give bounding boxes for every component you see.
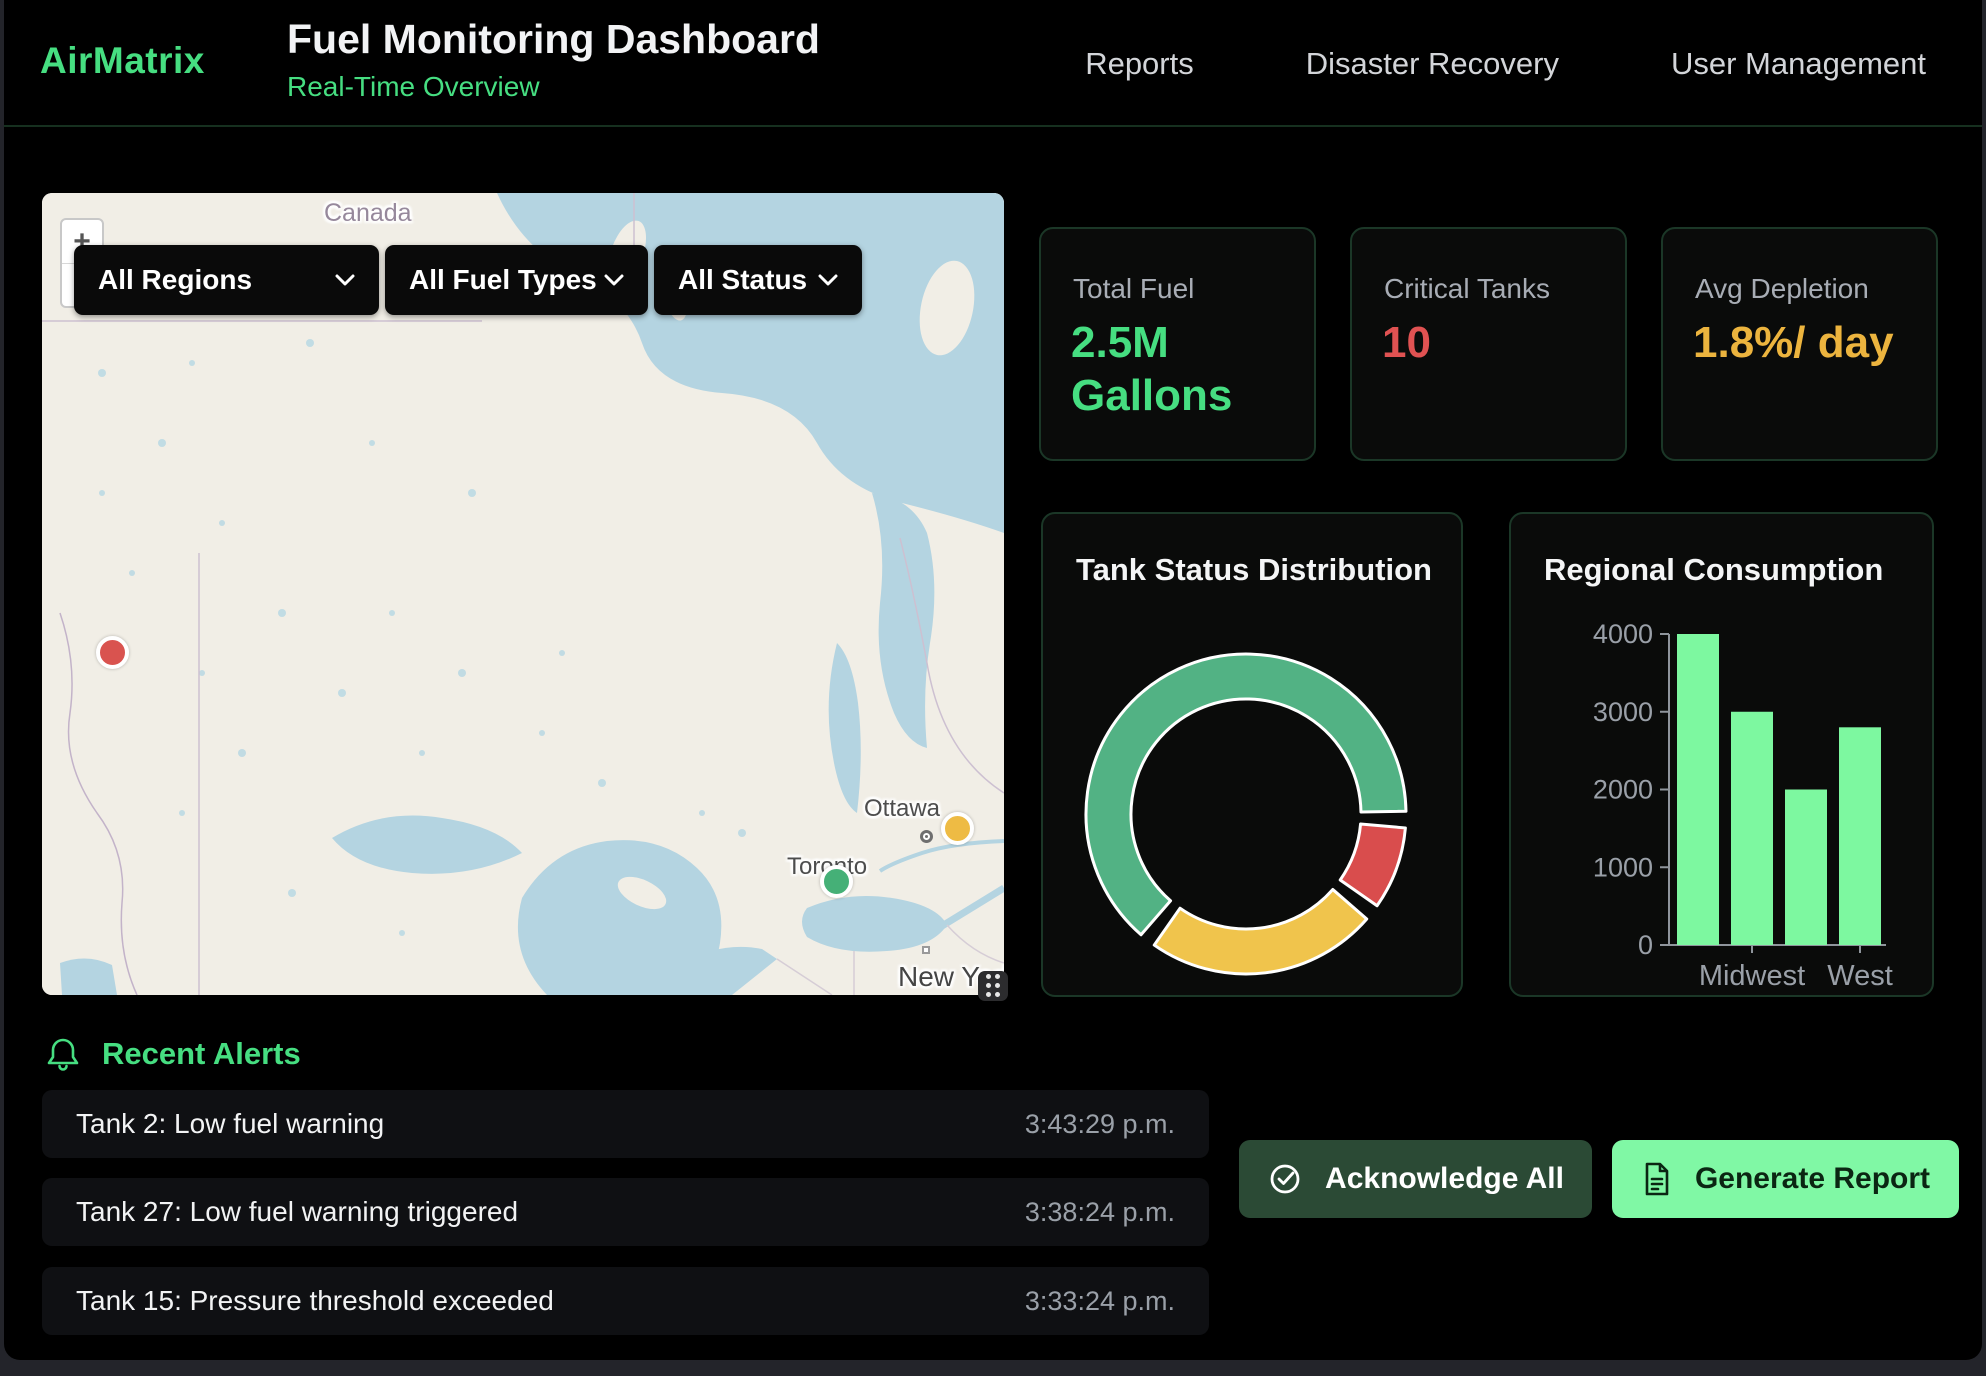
map-filters: All Regions All Fuel Types All Status xyxy=(74,245,862,315)
filter-all-fuel-types[interactable]: All Fuel Types xyxy=(385,245,648,315)
chevron-down-icon xyxy=(335,274,355,287)
map-label-ottawa: Ottawa xyxy=(864,795,940,823)
alert-text: Tank 27: Low fuel warning triggered xyxy=(76,1196,518,1228)
regional-consumption-bar-chart: 0 1000 2000 3000 4000 Midwest West xyxy=(1511,514,1932,995)
donut-slice-critical xyxy=(1340,824,1405,906)
generate-report-button[interactable]: Generate Report xyxy=(1612,1140,1959,1218)
filter-label: All Regions xyxy=(98,264,252,296)
title-block: Fuel Monitoring Dashboard Real-Time Over… xyxy=(287,16,820,103)
fuel-map[interactable]: CanadaOttawaTorontoNew York + − All Regi… xyxy=(42,193,1004,995)
tank-status-title: Tank Status Distribution xyxy=(1076,552,1432,588)
y-tick-label: 2000 xyxy=(1593,775,1653,805)
nav-item-disaster-recovery[interactable]: Disaster Recovery xyxy=(1306,46,1559,82)
bar-region-0 xyxy=(1677,634,1719,945)
check-circle-icon xyxy=(1267,1161,1303,1197)
bar-region-2 xyxy=(1785,790,1827,946)
tank-marker-normal[interactable] xyxy=(820,865,853,898)
main-nav: Reports Disaster Recovery User Management xyxy=(1085,0,1926,127)
map-label-canada: Canada xyxy=(324,199,412,228)
tank-marker-critical[interactable] xyxy=(96,636,129,669)
bar-region-1 xyxy=(1731,712,1773,945)
report-document-icon xyxy=(1641,1161,1673,1197)
alert-text: Tank 15: Pressure threshold exceeded xyxy=(76,1285,554,1317)
header: AirMatrix Fuel Monitoring Dashboard Real… xyxy=(4,0,1982,127)
stat-card-critical-tanks: Critical Tanks 10 xyxy=(1350,227,1627,461)
bell-icon xyxy=(46,1036,80,1072)
tank-marker-warning[interactable] xyxy=(941,812,974,845)
nav-item-user-management[interactable]: User Management xyxy=(1671,46,1926,82)
stat-value: 10 xyxy=(1382,317,1592,370)
alert-timestamp: 3:38:24 p.m. xyxy=(1025,1197,1175,1228)
stat-card-total-fuel: Total Fuel 2.5M Gallons xyxy=(1039,227,1316,461)
x-tick-label: West xyxy=(1827,960,1893,992)
ottawa-town-icon xyxy=(920,830,933,843)
page-title: Fuel Monitoring Dashboard xyxy=(287,16,820,63)
acknowledge-all-label: Acknowledge All xyxy=(1325,1162,1564,1196)
alerts-title: Recent Alerts xyxy=(102,1036,301,1072)
chevron-down-icon xyxy=(604,274,624,287)
alert-row: Tank 15: Pressure threshold exceeded 3:33… xyxy=(42,1267,1209,1335)
filter-label: All Status xyxy=(678,264,807,296)
bar-region-3 xyxy=(1839,727,1881,945)
tank-status-card: Tank Status Distribution xyxy=(1041,512,1463,997)
page-subtitle: Real-Time Overview xyxy=(287,71,820,103)
filter-all-status[interactable]: All Status xyxy=(654,245,862,315)
alert-row: Tank 27: Low fuel warning triggered 3:38:… xyxy=(42,1178,1209,1246)
alert-row: Tank 2: Low fuel warning 3:43:29 p.m. xyxy=(42,1090,1209,1158)
tank-status-donut-chart xyxy=(1036,604,1456,1024)
y-tick-label: 0 xyxy=(1638,930,1653,960)
filter-all-regions[interactable]: All Regions xyxy=(74,245,379,315)
acknowledge-all-button[interactable]: Acknowledge All xyxy=(1239,1140,1592,1218)
alert-timestamp: 3:43:29 p.m. xyxy=(1025,1109,1175,1140)
alert-timestamp: 3:33:24 p.m. xyxy=(1025,1286,1175,1317)
donut-slice-warning xyxy=(1154,889,1367,974)
chevron-down-icon xyxy=(818,274,838,287)
stat-label: Critical Tanks xyxy=(1384,273,1550,305)
newyork-town-icon xyxy=(922,946,930,954)
stat-value: 1.8%/ day xyxy=(1693,317,1903,370)
stat-label: Avg Depletion xyxy=(1695,273,1869,305)
y-tick-label: 3000 xyxy=(1593,697,1653,727)
alerts-header: Recent Alerts xyxy=(46,1036,301,1072)
filter-label: All Fuel Types xyxy=(409,264,597,296)
y-tick-label: 4000 xyxy=(1593,619,1653,649)
y-tick-label: 1000 xyxy=(1593,852,1653,882)
map-resize-handle[interactable] xyxy=(978,971,1008,1001)
dashboard-app: AirMatrix Fuel Monitoring Dashboard Real… xyxy=(4,0,1982,1360)
alert-text: Tank 2: Low fuel warning xyxy=(76,1108,384,1140)
regional-consumption-card: Regional Consumption 01000200030004000Mi… xyxy=(1509,512,1934,997)
stat-card-avg-depletion: Avg Depletion 1.8%/ day xyxy=(1661,227,1938,461)
stat-value: 2.5M Gallons xyxy=(1071,317,1281,423)
nav-item-reports[interactable]: Reports xyxy=(1085,46,1194,82)
x-tick-label: Midwest xyxy=(1699,960,1805,992)
brand-logo: AirMatrix xyxy=(40,40,205,82)
generate-report-label: Generate Report xyxy=(1695,1162,1930,1196)
stat-label: Total Fuel xyxy=(1073,273,1194,305)
